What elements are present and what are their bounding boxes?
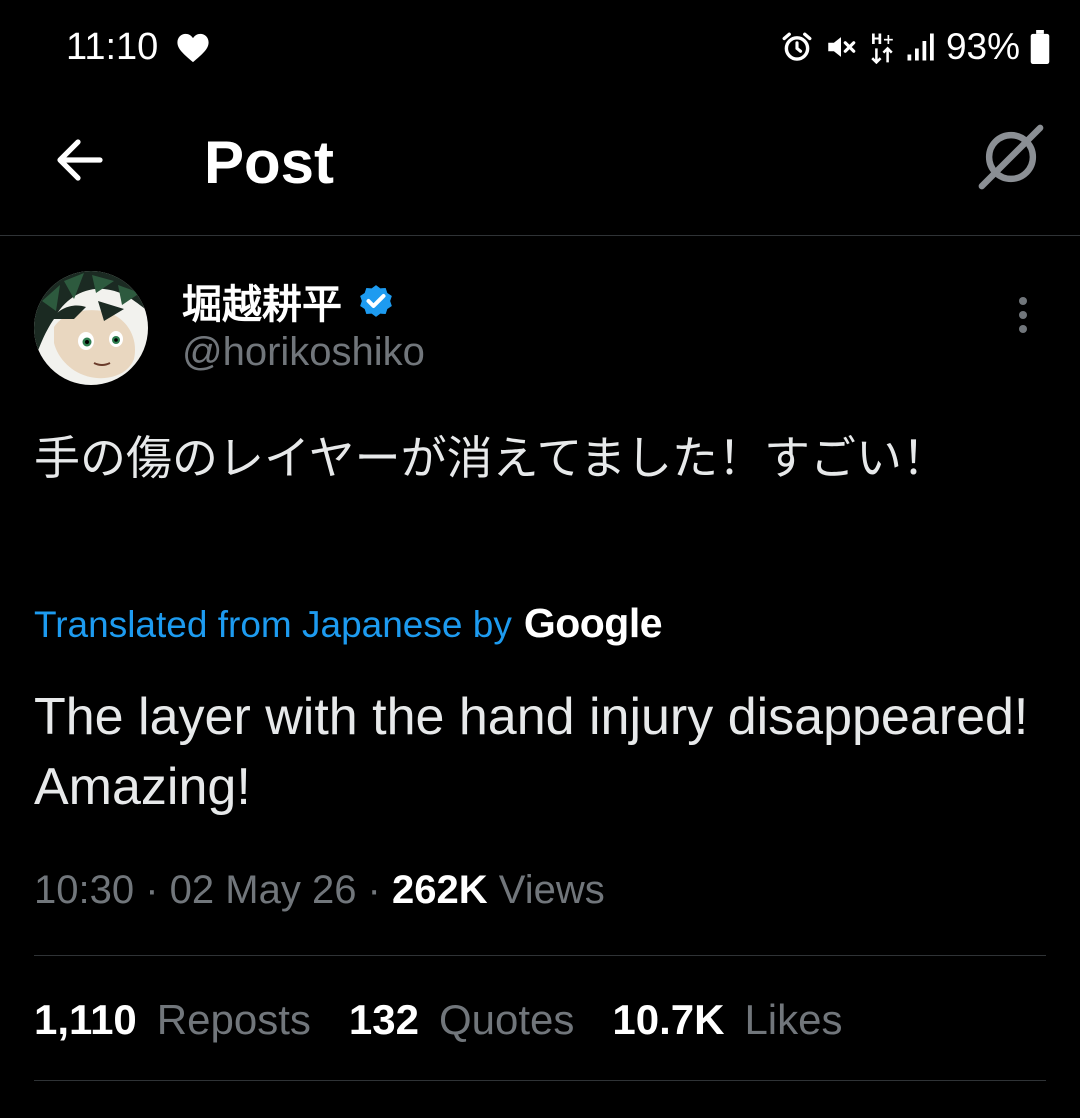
post-text-original: 手の傷のレイヤーが消えてました！すごい！ <box>34 431 949 485</box>
back-button[interactable] <box>50 130 110 190</box>
verified-badge-icon <box>360 285 392 317</box>
stat-count: 10.7K <box>612 996 725 1043</box>
battery-percentage: 93% <box>945 26 1020 67</box>
meta-space <box>488 868 499 913</box>
meta-separator: · <box>134 868 170 912</box>
stats-divider <box>34 1080 1046 1081</box>
stat-likes[interactable]: 10.7K Likes <box>612 996 842 1044</box>
views-count: 262K <box>391 868 488 912</box>
post-meta: 10:30 · 02 May 26 · 262K Views <box>34 868 605 913</box>
stat-reposts[interactable]: 1,110 Reposts <box>34 996 311 1044</box>
author-name-row[interactable]: 堀越耕平 <box>182 272 396 330</box>
post-text-translated: The layer with the hand injury disappear… <box>34 688 1029 816</box>
stat-count: 1,110 <box>34 996 137 1043</box>
views-label: Views <box>498 868 605 912</box>
battery-icon <box>1030 30 1050 64</box>
mute-icon <box>828 37 856 57</box>
stat-label: Reposts <box>156 996 311 1043</box>
translation-attribution[interactable]: Translated from Japanese by Google <box>34 600 663 647</box>
stat-quotes[interactable]: 132 Quotes <box>349 996 575 1044</box>
header-divider <box>0 235 1080 236</box>
avatar[interactable] <box>34 271 148 385</box>
alarm-icon <box>782 32 812 61</box>
post-date: 02 May 26 <box>169 868 357 912</box>
translation-label[interactable]: Translated from Japanese by <box>34 604 512 646</box>
stat-label: Likes <box>744 996 843 1043</box>
meta-separator: · <box>356 868 392 912</box>
page-title: Post <box>204 129 335 196</box>
stat-count: 132 <box>348 996 419 1043</box>
status-icons: H+ 93% <box>780 24 1050 70</box>
author-handle[interactable]: @horikoshiko <box>182 330 425 375</box>
author-name[interactable]: 堀越耕平 <box>182 272 342 330</box>
meta-divider <box>34 955 1046 956</box>
more-vertical-icon[interactable] <box>1000 290 1046 340</box>
signal-icon <box>907 33 934 61</box>
engagement-stats: 1,110 Reposts 132 Quotes 10.7K Likes <box>34 996 881 1044</box>
grok-icon <box>978 124 1044 190</box>
svg-text:H+: H+ <box>871 32 894 48</box>
grok-button[interactable] <box>976 122 1046 192</box>
data-transfer-icon: H+ <box>871 32 894 64</box>
heart-icon <box>177 33 209 63</box>
status-time: 11:10 <box>66 26 159 68</box>
post-time: 10:30 <box>34 868 135 912</box>
arrow-left-icon <box>57 139 103 181</box>
google-logo: Google <box>523 600 663 646</box>
stat-label: Quotes <box>438 996 575 1043</box>
